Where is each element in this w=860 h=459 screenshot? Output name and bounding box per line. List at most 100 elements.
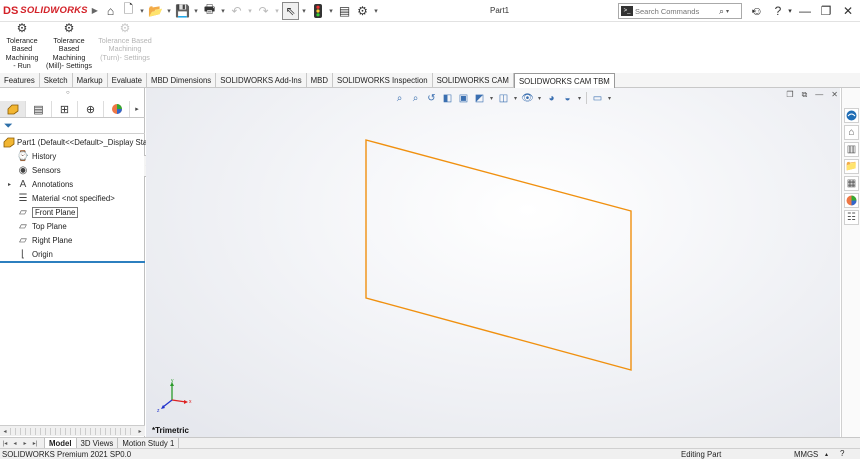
- tab-sketch[interactable]: Sketch: [40, 73, 73, 88]
- solidworks-logo[interactable]: DS SOLIDWORKS ▶: [0, 4, 98, 17]
- expand-arrow-icon[interactable]: ▸: [3, 181, 16, 188]
- home-icon[interactable]: ⌂: [102, 2, 119, 20]
- restore-window-icon[interactable]: ❐: [818, 2, 834, 20]
- tree-item-annotations[interactable]: ▸ A Annotations: [0, 177, 145, 191]
- panel-handle-icon[interactable]: ○: [66, 90, 70, 96]
- undo-icon[interactable]: ↶: [228, 2, 245, 20]
- tab-3d-views[interactable]: 3D Views: [77, 437, 119, 449]
- first-tab-icon[interactable]: |◂: [0, 440, 10, 447]
- scroll-left-icon[interactable]: ◂: [0, 428, 10, 435]
- file-explorer-icon[interactable]: ▥: [844, 142, 859, 157]
- chevron-up-icon[interactable]: ▴: [825, 451, 828, 458]
- filter-icon[interactable]: ⏷: [4, 120, 13, 133]
- property-manager-tab-icon[interactable]: ▤: [26, 101, 52, 117]
- tbm-run-button[interactable]: ⚙ Tolerance Based Machining - Run: [3, 22, 41, 71]
- view-palette-icon[interactable]: ▦: [844, 176, 859, 191]
- tree-root-part[interactable]: Part1 (Default<<Default>_Display Sta: [0, 135, 147, 149]
- tbm-turn-label-3: (Turn)- Settings: [100, 52, 150, 62]
- search-icon[interactable]: ⌕: [719, 6, 724, 17]
- tree-item-front-plane[interactable]: ▱ Front Plane: [0, 205, 145, 219]
- design-library-icon[interactable]: ⌂: [844, 125, 859, 140]
- new-document-icon[interactable]: 🗋: [120, 2, 137, 20]
- tab-motion-study-1[interactable]: Motion Study 1: [118, 437, 180, 449]
- print-icon[interactable]: 🖶: [201, 2, 218, 20]
- dimxpert-manager-tab-icon[interactable]: ⊕: [78, 101, 104, 117]
- chevron-right-icon[interactable]: ▸: [130, 101, 144, 117]
- tbm-mill-settings-button[interactable]: ⚙ Tolerance Based Machining (Mill)- Sett…: [43, 22, 95, 71]
- file-properties-icon[interactable]: ▤: [336, 2, 353, 20]
- chevron-down-icon[interactable]: ▾: [372, 2, 380, 20]
- tree-filter-bar[interactable]: ⏷: [0, 119, 145, 134]
- solidworks-resources-icon[interactable]: [844, 108, 859, 123]
- feature-manager-tab-icon[interactable]: [0, 101, 26, 117]
- minimize-icon[interactable]: —: [797, 2, 813, 20]
- quick-access-toolbar: ⌂ 🗋 ▾ 📂 ▾ 💾 ▾ 🖶 ▾ ↶ ▾ ↷ ▾ ⇖ ▾ ▾ ▤ ⚙ ▾: [102, 1, 380, 20]
- tree-item-origin[interactable]: ⌊ Origin: [0, 247, 145, 261]
- graphics-area[interactable]: ⌕ ⌕ ↺ ◧ ▣ ◩ ▾ ◫ ▾ 👁 ▾ ◕ ◒ ▾ ▭ ▾ ❐ ⧉ — ✕ …: [146, 88, 840, 437]
- model-tabs-bar: |◂ ◂ ▸ ▸| Model 3D Views Motion Study 1: [0, 437, 860, 449]
- tab-evaluate[interactable]: Evaluate: [108, 73, 147, 88]
- tree-item-label: Top Plane: [32, 221, 67, 231]
- tab-mbd-dimensions[interactable]: MBD Dimensions: [147, 73, 217, 88]
- tree-item-sensors[interactable]: ◉ Sensors: [0, 163, 145, 177]
- status-unit-system[interactable]: MMGS: [794, 450, 818, 459]
- next-tab-icon[interactable]: ▸: [20, 440, 30, 447]
- feature-tree: Part1 (Default<<Default>_Display Sta ⌚ H…: [0, 135, 147, 261]
- rollback-bar[interactable]: [0, 261, 145, 263]
- tab-mbd[interactable]: MBD: [307, 73, 333, 88]
- save-icon[interactable]: 💾: [174, 2, 191, 20]
- select-cursor-icon[interactable]: ⇖: [282, 1, 299, 20]
- tab-solidworks-cam-tbm[interactable]: SOLIDWORKS CAM TBM: [513, 73, 615, 88]
- configuration-manager-tab-icon[interactable]: ⊞: [52, 101, 78, 117]
- plane-icon: ▱: [19, 220, 27, 232]
- tree-item-top-plane[interactable]: ▱ Top Plane: [0, 219, 145, 233]
- options-gear-icon[interactable]: ⚙: [354, 2, 371, 20]
- scroll-right-icon[interactable]: ▸: [135, 428, 145, 435]
- help-icon[interactable]: ?: [771, 2, 785, 20]
- previous-tab-icon[interactable]: ◂: [10, 440, 20, 447]
- scroll-track[interactable]: [10, 427, 135, 435]
- chevron-down-icon[interactable]: ▾: [219, 2, 227, 20]
- tree-item-label: Right Plane: [32, 235, 73, 245]
- chevron-down-icon[interactable]: ▾: [726, 8, 729, 15]
- redo-icon[interactable]: ↷: [255, 2, 272, 20]
- tab-solidworks-inspection[interactable]: SOLIDWORKS Inspection: [333, 73, 433, 88]
- chevron-down-icon[interactable]: ▾: [138, 2, 146, 20]
- traffic-light-icon[interactable]: [309, 2, 326, 20]
- tab-solidworks-cam[interactable]: SOLIDWORKS CAM: [433, 73, 514, 88]
- chevron-down-icon[interactable]: ▾: [246, 2, 254, 20]
- history-icon: ⌚: [16, 150, 30, 162]
- custom-properties-icon[interactable]: ☷: [844, 210, 859, 225]
- tree-item-history[interactable]: ⌚ History: [0, 149, 145, 163]
- display-manager-tab-icon[interactable]: [104, 101, 130, 117]
- tree-item-label: Annotations: [32, 179, 74, 189]
- chevron-down-icon[interactable]: ▾: [786, 2, 794, 20]
- tree-item-material[interactable]: ☰ Material <not specified>: [0, 191, 145, 205]
- chevron-down-icon[interactable]: ▾: [192, 2, 200, 20]
- chevron-right-icon[interactable]: ▶: [92, 6, 98, 15]
- tree-item-label: History: [32, 151, 57, 161]
- tab-markup[interactable]: Markup: [73, 73, 108, 88]
- chevron-down-icon[interactable]: ▾: [165, 2, 173, 20]
- chevron-down-icon[interactable]: ▾: [300, 2, 308, 20]
- close-icon[interactable]: ✕: [840, 2, 856, 20]
- open-folder-icon[interactable]: 📂: [147, 2, 164, 20]
- tab-solidworks-add-ins[interactable]: SOLIDWORKS Add-Ins: [216, 73, 307, 88]
- chevron-down-icon[interactable]: ▾: [273, 2, 281, 20]
- tbm-turn-settings-button[interactable]: ⚙ Tolerance Based Machining (Turn)- Sett…: [96, 22, 154, 62]
- chevron-down-icon[interactable]: ▾: [327, 2, 335, 20]
- front-plane-outline[interactable]: [365, 139, 632, 371]
- status-help-icon[interactable]: ?: [840, 449, 844, 458]
- last-tab-icon[interactable]: ▸|: [30, 440, 40, 447]
- panel-horizontal-scrollbar[interactable]: ◂ ▸: [0, 425, 145, 436]
- search-commands-box[interactable]: >_ ⌕ ▾: [618, 3, 742, 19]
- user-account-icon[interactable]: ☺: [750, 2, 764, 20]
- folder-icon[interactable]: 📁: [844, 159, 859, 174]
- search-input[interactable]: [635, 6, 715, 16]
- ds-logo-mark: DS: [3, 4, 19, 17]
- sensors-icon: ◉: [18, 164, 28, 176]
- tab-features[interactable]: Features: [0, 73, 40, 88]
- tab-model[interactable]: Model: [44, 437, 77, 449]
- tree-item-right-plane[interactable]: ▱ Right Plane: [0, 233, 145, 247]
- appearances-icon[interactable]: [844, 193, 859, 208]
